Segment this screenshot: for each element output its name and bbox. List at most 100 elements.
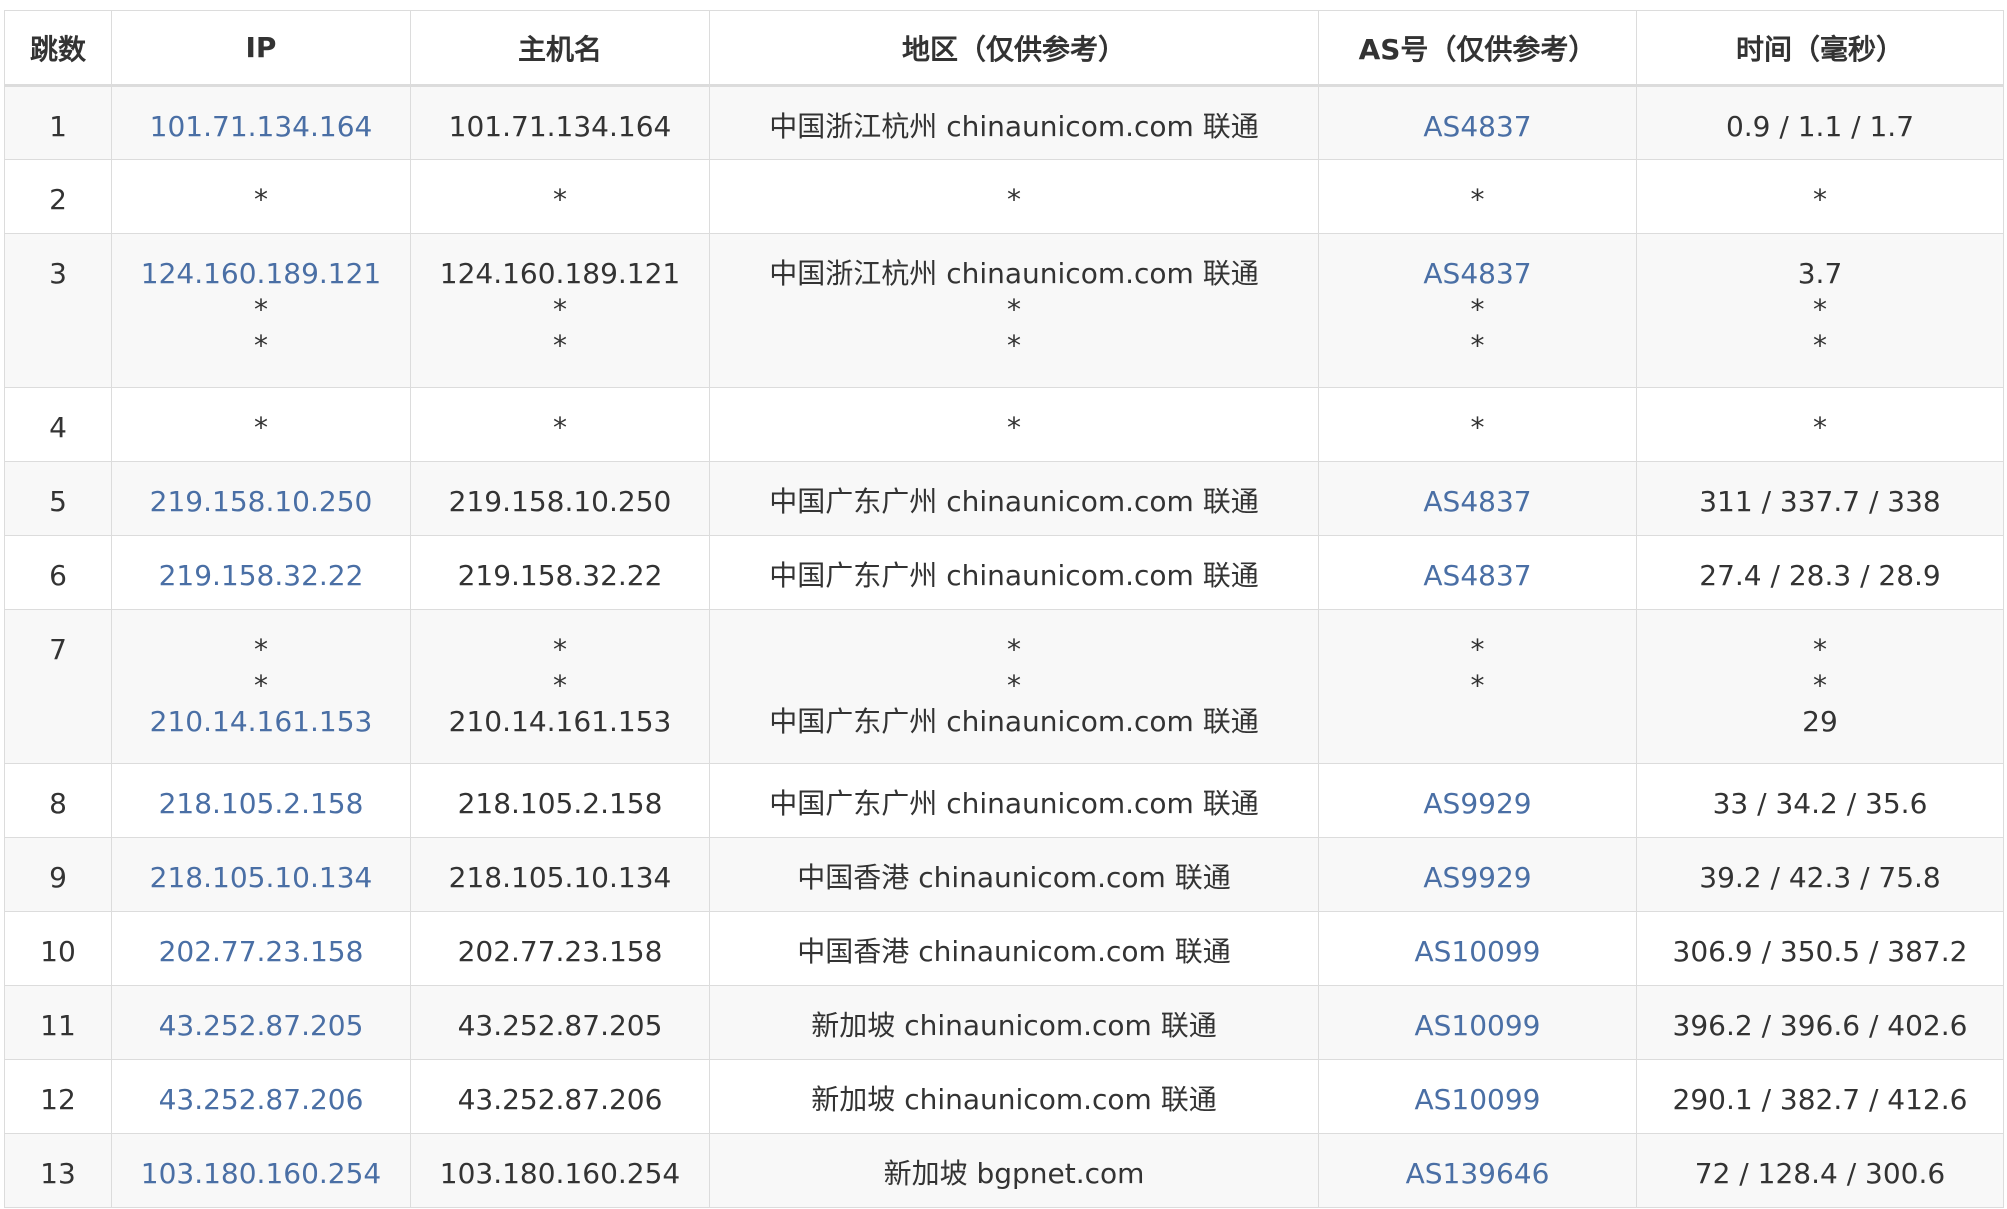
asn-cell: AS4837 — [1318, 85, 1637, 160]
time-value: * — [1813, 293, 1827, 326]
hostname-cell: 202.77.23.158 — [410, 911, 710, 986]
hostname-value: 202.77.23.158 — [457, 935, 663, 968]
table-body: 1 101.71.134.164 101.71.134.164 中国浙江杭州 chin… — [4, 85, 2004, 1208]
region-value: 中国浙江杭州 chinaunicom.com 联通 — [769, 110, 1259, 143]
region-value: 中国广东广州 chinaunicom.com 联通 — [769, 705, 1259, 738]
ip-value: * — [254, 293, 268, 326]
ip-link[interactable]: 43.252.87.206 — [113, 1082, 410, 1118]
region-value: 中国香港 chinaunicom.com 联通 — [797, 935, 1231, 968]
hop-number: 10 — [40, 935, 76, 968]
asn-link[interactable]: AS9929 — [1320, 786, 1636, 822]
time-cell: 27.4 / 28.3 / 28.9 — [1636, 535, 2004, 610]
hostname-cell: 43.252.87.206 — [410, 1059, 710, 1134]
asn-link[interactable]: AS4837 — [1320, 484, 1636, 520]
asn-link[interactable]: AS4837 — [1320, 558, 1636, 594]
hop-number: 8 — [49, 787, 67, 820]
ip-cell: 202.77.23.158 — [111, 911, 411, 986]
region-cell: 中国香港 chinaunicom.com 联通 — [709, 837, 1319, 912]
asn-link[interactable]: AS4837 — [1320, 256, 1636, 292]
ip-link[interactable]: 101.71.134.164 — [113, 109, 410, 145]
ip-cell: 218.105.2.158 — [111, 763, 411, 838]
hostname-value: * — [553, 411, 567, 444]
header-row: 跳数 IP 主机名 地区（仅供参考） AS号（仅供参考） 时间（毫秒） — [4, 10, 2004, 87]
asn-cell: AS10099 — [1318, 985, 1637, 1060]
ip-link[interactable]: 218.105.10.134 — [113, 860, 410, 896]
ip-cell: 103.180.160.254 — [111, 1133, 411, 1208]
time-value: 290.1 / 382.7 / 412.6 — [1672, 1083, 1968, 1116]
hop-number: 5 — [49, 485, 67, 518]
table-row: 5 219.158.10.250 219.158.10.250 中国广东广州 chin… — [4, 461, 2004, 536]
asn-value: * — [1470, 183, 1485, 216]
asn-link[interactable]: AS10099 — [1320, 934, 1636, 970]
hostname-value: * — [553, 633, 567, 666]
ip-link[interactable]: 124.160.189.121 — [113, 256, 410, 292]
hostname-value: 103.180.160.254 — [439, 1157, 681, 1190]
hostname-cell: 103.180.160.254 — [410, 1133, 710, 1208]
asn-cell: AS9929 — [1318, 763, 1637, 838]
region-value: 新加坡 bgpnet.com — [883, 1157, 1145, 1190]
time-value: * — [1813, 329, 1827, 362]
hostname-cell: 218.105.2.158 — [410, 763, 710, 838]
ip-cell: 43.252.87.206 — [111, 1059, 411, 1134]
asn-link[interactable]: AS9929 — [1320, 860, 1636, 896]
ip-link[interactable]: 210.14.161.153 — [113, 704, 410, 740]
time-value: 27.4 / 28.3 / 28.9 — [1699, 559, 1941, 592]
asn-value: * — [1470, 633, 1485, 666]
table-row: 1 101.71.134.164 101.71.134.164 中国浙江杭州 chin… — [4, 85, 2004, 160]
table-row: 6 219.158.32.22 219.158.32.22 中国广东广州 chinau… — [4, 535, 2004, 610]
ip-cell: 101.71.134.164 — [111, 85, 411, 160]
ip-cell: 43.252.87.205 — [111, 985, 411, 1060]
ip-cell: * — [111, 387, 411, 462]
time-cell: 39.2 / 42.3 / 75.8 — [1636, 837, 2004, 912]
hostname-cell: 219.158.10.250 — [410, 461, 710, 536]
asn-link[interactable]: AS10099 — [1320, 1008, 1636, 1044]
region-cell: 中国香港 chinaunicom.com 联通 — [709, 911, 1319, 986]
hostname-value: 210.14.161.153 — [448, 705, 672, 738]
time-value: * — [1813, 669, 1827, 702]
region-value: * — [1007, 329, 1021, 362]
header-hop: 跳数 — [4, 10, 112, 87]
table-header: 跳数 IP 主机名 地区（仅供参考） AS号（仅供参考） 时间（毫秒） — [4, 10, 2004, 87]
header-ip: IP — [111, 10, 411, 87]
time-cell: 311 / 337.7 / 338 — [1636, 461, 2004, 536]
hostname-value: 219.158.32.22 — [457, 559, 663, 592]
traceroute-table: 跳数 IP 主机名 地区（仅供参考） AS号（仅供参考） 时间（毫秒） 1 101… — [4, 10, 2004, 1208]
time-cell: 290.1 / 382.7 / 412.6 — [1636, 1059, 2004, 1134]
time-value: 0.9 / 1.1 / 1.7 — [1725, 110, 1915, 143]
ip-link[interactable]: 219.158.10.250 — [113, 484, 410, 520]
asn-cell: AS139646 — [1318, 1133, 1637, 1208]
region-value: 中国香港 chinaunicom.com 联通 — [797, 861, 1231, 894]
hostname-value: 219.158.10.250 — [448, 485, 672, 518]
region-value: * — [1007, 669, 1021, 702]
asn-cell: AS4837 — [1318, 535, 1637, 610]
hop-number: 3 — [49, 257, 67, 290]
asn-link[interactable]: AS4837 — [1320, 109, 1636, 145]
region-value: 中国浙江杭州 chinaunicom.com 联通 — [769, 257, 1259, 290]
header-time: 时间（毫秒） — [1636, 10, 2004, 87]
ip-link[interactable]: 103.180.160.254 — [113, 1156, 410, 1192]
hop-cell: 6 — [4, 535, 112, 610]
ip-link[interactable]: 43.252.87.205 — [113, 1008, 410, 1044]
hop-cell: 2 — [4, 159, 112, 234]
asn-link[interactable]: AS139646 — [1320, 1156, 1636, 1192]
region-value: 新加坡 chinaunicom.com 联通 — [811, 1083, 1217, 1116]
ip-link[interactable]: 202.77.23.158 — [113, 934, 410, 970]
ip-link[interactable]: 218.105.2.158 — [113, 786, 410, 822]
hop-number: 9 — [49, 861, 67, 894]
region-cell: 新加坡 chinaunicom.com 联通 — [709, 985, 1319, 1060]
time-cell: 396.2 / 396.6 / 402.6 — [1636, 985, 2004, 1060]
asn-value: * — [1470, 293, 1485, 326]
asn-link[interactable]: AS10099 — [1320, 1082, 1636, 1118]
table-row: 2 * * * * * — [4, 159, 2004, 234]
time-cell: * — [1636, 387, 2004, 462]
ip-link[interactable]: 219.158.32.22 — [113, 558, 410, 594]
traceroute-table-wrapper: 跳数 IP 主机名 地区（仅供参考） AS号（仅供参考） 时间（毫秒） 1 101… — [0, 0, 2007, 1208]
asn-cell: * * — [1318, 609, 1637, 764]
hop-cell: 8 — [4, 763, 112, 838]
asn-value: * — [1470, 329, 1485, 362]
hop-number: 1 — [49, 110, 67, 143]
region-cell: 中国广东广州 chinaunicom.com 联通 — [709, 535, 1319, 610]
region-value: 中国广东广州 chinaunicom.com 联通 — [769, 787, 1259, 820]
region-cell: 中国广东广州 chinaunicom.com 联通 — [709, 461, 1319, 536]
time-cell: * * 29 — [1636, 609, 2004, 764]
